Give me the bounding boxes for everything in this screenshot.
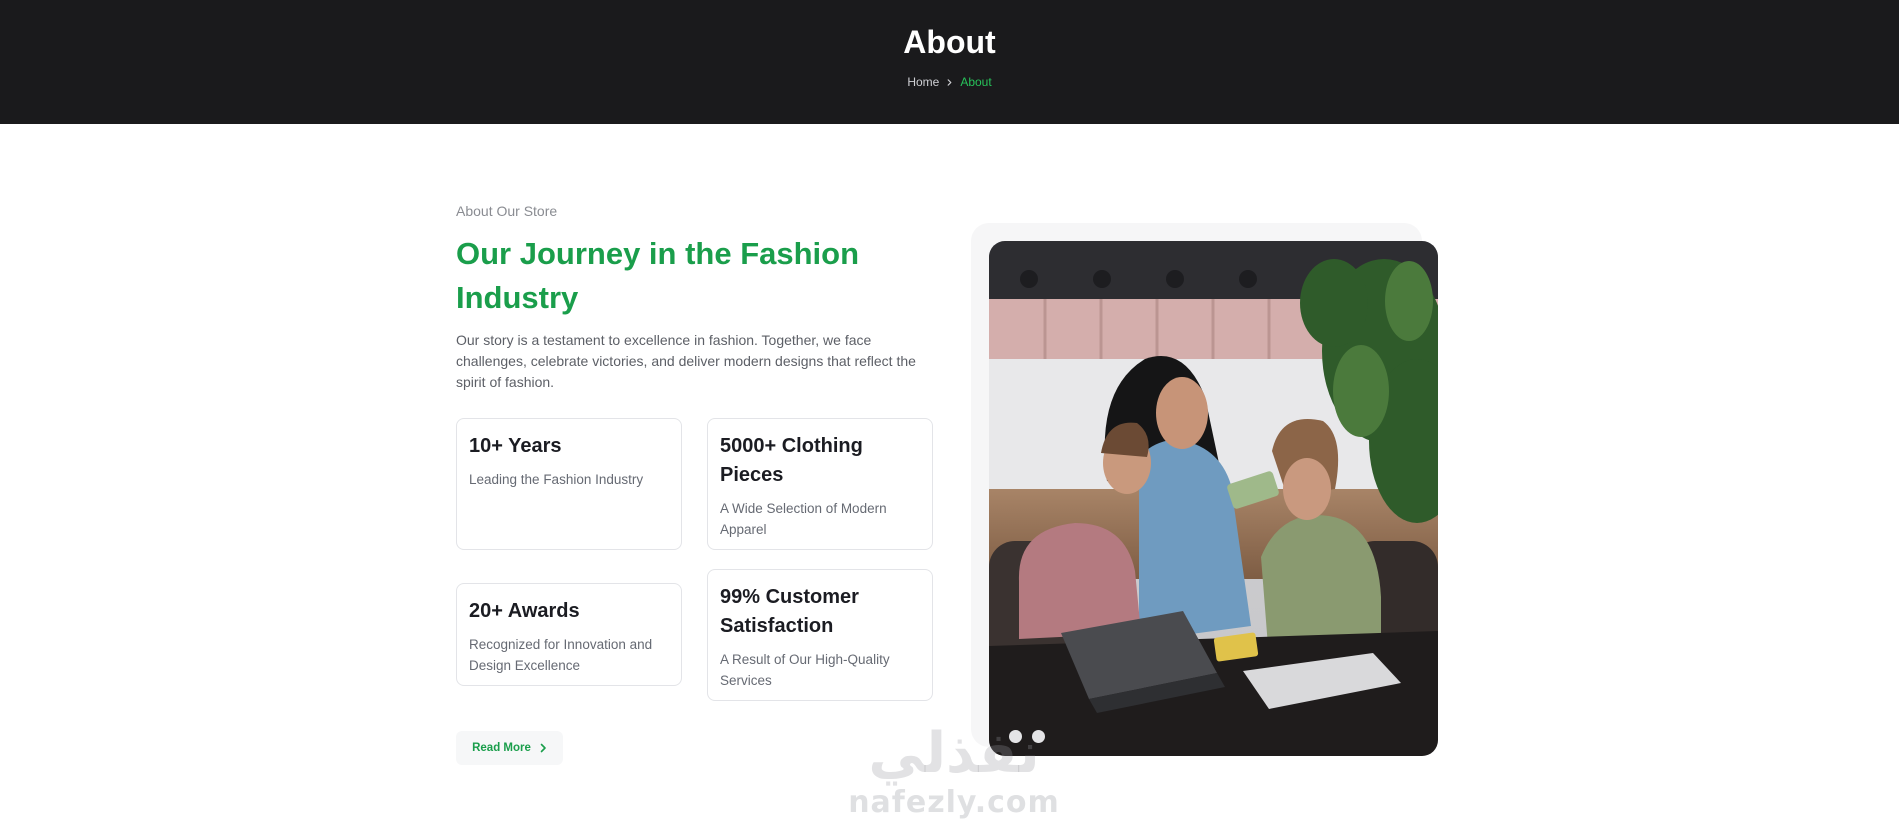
stat-card-description: Leading the Fashion Industry <box>469 472 644 487</box>
carousel-dot[interactable] <box>1032 730 1045 743</box>
stat-card-years: 10+ Years Leading the Fashion Industry <box>456 418 682 550</box>
read-more-label: Read More <box>472 742 531 754</box>
team-photo <box>989 241 1438 756</box>
section-intro: Our story is a testament to excellence i… <box>456 332 916 390</box>
carousel-dots <box>1009 730 1045 743</box>
stat-card-title: 10+ Years <box>469 435 562 457</box>
breadcrumb: Home About <box>0 75 1899 89</box>
chevron-right-icon <box>540 743 546 753</box>
stat-card-satisfaction: 99% Customer Satisfaction A Result of Ou… <box>707 569 933 701</box>
stat-card-description: Recognized for Innovation and Design Exc… <box>469 637 653 673</box>
stat-card-clothing: 5000+ Clothing Pieces A Wide Selection o… <box>707 418 933 550</box>
stat-card-description: A Wide Selection of Modern Apparel <box>720 501 887 537</box>
page-hero: About Home About <box>0 0 1899 124</box>
stat-card-title: 5000+ Clothing Pieces <box>720 435 863 486</box>
breadcrumb-home-link[interactable]: Home <box>907 75 939 89</box>
section-heading: Our Journey in the Fashion Industry <box>456 236 860 315</box>
section-eyebrow: About Our Store <box>456 203 558 219</box>
read-more-button[interactable]: Read More <box>456 731 563 765</box>
breadcrumb-current: About <box>960 75 992 89</box>
carousel-dot[interactable] <box>1009 730 1022 743</box>
watermark-latin: nafezly.com <box>848 785 1060 820</box>
stat-card-description: A Result of Our High-Quality Services <box>720 652 890 688</box>
stat-card-title: 20+ Awards <box>469 600 580 622</box>
stat-card-title: 99% Customer Satisfaction <box>720 586 859 637</box>
page-title: About <box>903 24 996 60</box>
chevron-right-icon <box>947 78 952 86</box>
stat-card-awards: 20+ Awards Recognized for Innovation and… <box>456 583 682 686</box>
